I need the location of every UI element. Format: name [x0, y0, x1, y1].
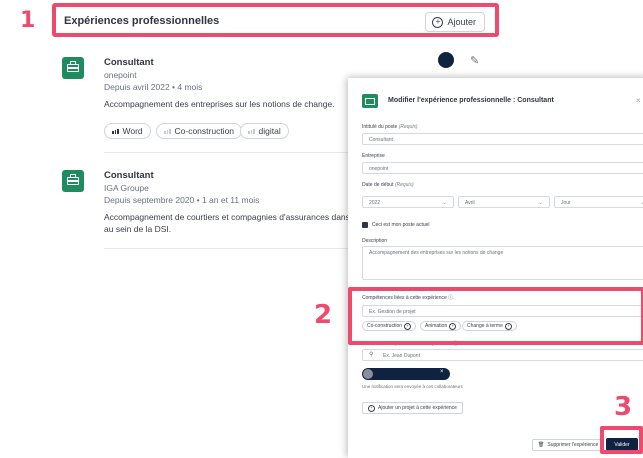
- experience-title: Consultant: [104, 170, 154, 181]
- close-icon[interactable]: ×: [636, 96, 641, 105]
- section-title: Expériences professionnelles: [64, 15, 220, 27]
- briefcase-icon: [62, 170, 84, 192]
- step-number-2: 2: [314, 300, 333, 330]
- experience-description-cont: au sein de la DSI.: [104, 224, 172, 234]
- current-job-checkbox[interactable]: [362, 222, 368, 228]
- edit-experience-modal: Modifier l'expérience professionnelle : …: [348, 78, 643, 458]
- level-bars-icon: [164, 128, 171, 134]
- plus-circle-icon: +: [432, 16, 444, 28]
- month-select[interactable]: Avril ⌄: [458, 196, 550, 208]
- job-title-label: Intitulé du poste (Requis): [362, 124, 418, 130]
- briefcase-icon: [362, 94, 378, 108]
- chevron-down-icon: ⌄: [441, 200, 447, 206]
- skill-chip[interactable]: Co-construction: [156, 123, 243, 139]
- avatar: [363, 369, 373, 379]
- notification-note: Une notification sera envoyée à ces coll…: [362, 384, 463, 389]
- skill-chip[interactable]: digital: [240, 123, 289, 139]
- step-number-3: 3: [614, 392, 633, 422]
- step-number-1: 1: [20, 8, 36, 33]
- year-select[interactable]: 2022 ⌄: [362, 196, 454, 208]
- modal-title: Modifier l'expérience professionnelle : …: [388, 97, 554, 104]
- current-job-label: Ceci est mon poste actuel: [372, 222, 430, 228]
- level-bars-icon: [248, 128, 255, 134]
- experience-period: Depuis septembre 2020 • 1 an et 11 mois: [104, 195, 260, 205]
- experience-description: Accompagnement de courtiers et compagnie…: [104, 212, 350, 222]
- add-experience-button[interactable]: + Ajouter: [425, 12, 485, 32]
- briefcase-icon: [62, 57, 84, 79]
- description-label: Description: [362, 238, 388, 244]
- experience-company: onepoint: [104, 70, 137, 80]
- add-button-label: Ajouter: [447, 17, 476, 27]
- start-date-label: Date de début (Requis): [362, 182, 414, 188]
- job-title-input[interactable]: Consultant: [362, 133, 643, 145]
- trash-icon: 🗑: [538, 442, 545, 448]
- skills-highlight: [348, 287, 643, 345]
- plus-circle-icon: +: [368, 404, 375, 412]
- delete-experience-button[interactable]: 🗑 Supprimer l'expérience: [532, 439, 605, 451]
- experience-period: Depuis avril 2022 • 4 mois: [104, 82, 203, 92]
- skill-chip[interactable]: Word: [104, 123, 151, 139]
- experience-description: Accompagnement des entreprises sur les n…: [104, 99, 335, 109]
- day-select[interactable]: Jour ⌄: [554, 196, 643, 208]
- experience-company: IGA Groupe: [104, 183, 149, 193]
- description-textarea[interactable]: Accompagnement des entreprises sur les n…: [362, 246, 643, 280]
- search-icon: ⚲: [369, 352, 374, 358]
- collaborator-chip[interactable]: ×: [362, 368, 450, 380]
- experience-title: Consultant: [104, 57, 154, 68]
- close-icon[interactable]: ×: [440, 369, 444, 375]
- chevron-down-icon: ⌄: [537, 200, 543, 206]
- collab-search-input[interactable]: ⚲ Ex. Jean Dupont: [362, 349, 643, 361]
- company-input[interactable]: onepoint: [362, 162, 643, 174]
- status-dot: [438, 52, 454, 68]
- validate-highlight: [600, 426, 643, 454]
- experiences-header: Expériences professionnelles + Ajouter: [52, 3, 499, 37]
- level-bars-icon: [112, 128, 119, 134]
- pencil-icon[interactable]: ✎: [470, 54, 479, 67]
- add-project-button[interactable]: + Ajouter un projet à cette expérience: [362, 402, 463, 414]
- company-label: Entreprise: [362, 153, 385, 159]
